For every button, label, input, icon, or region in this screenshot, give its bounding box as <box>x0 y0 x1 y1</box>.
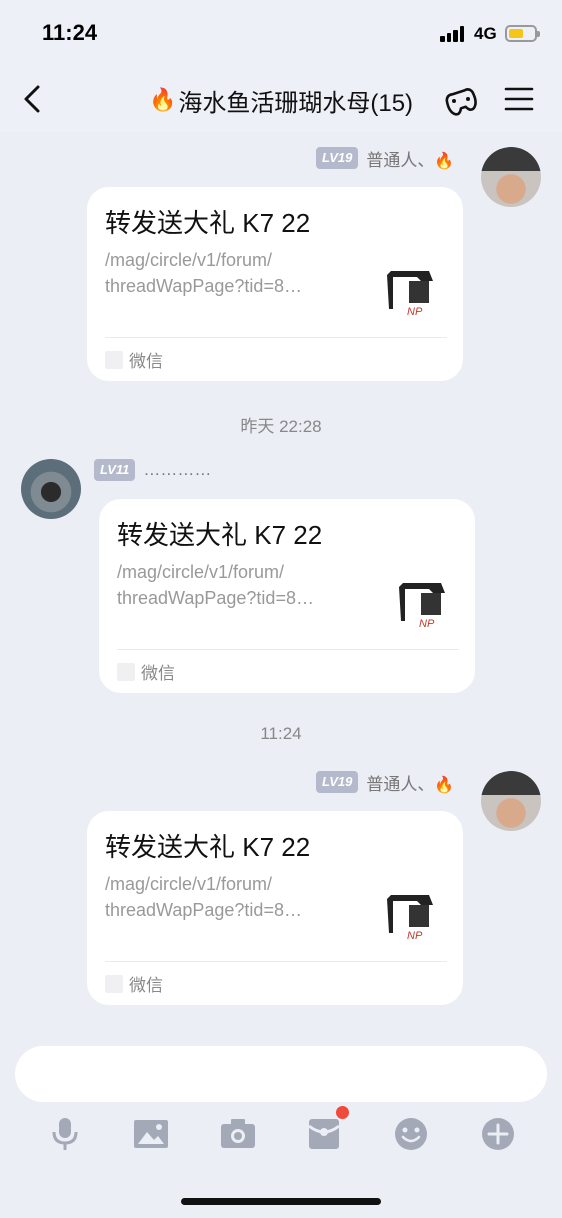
wechat-icon <box>105 350 123 369</box>
card-source: 微信 <box>129 352 163 371</box>
card-source: 微信 <box>141 664 175 683</box>
card-source: 微信 <box>129 976 163 995</box>
sender-name: 普通人、🔥 <box>366 150 455 170</box>
sender-name: 普通人、🔥 <box>366 774 455 794</box>
wechat-icon <box>105 974 123 993</box>
gamepad-icon[interactable] <box>442 86 480 118</box>
divider <box>105 961 447 962</box>
product-thumbnail-icon: NP <box>399 583 445 630</box>
emoji-icon[interactable] <box>393 1116 429 1152</box>
svg-text:NP: NP <box>419 618 435 630</box>
level-badge: LV11 <box>94 459 136 481</box>
card-description: /mag/circle/v1/forum/ threadWapPage?tid=… <box>105 874 302 920</box>
card-footer: 微信 <box>105 347 163 372</box>
avatar[interactable] <box>481 771 541 831</box>
notification-dot <box>336 1106 349 1119</box>
status-time: 11:24 <box>42 20 98 45</box>
flame-emoji: 🔥 <box>434 152 455 170</box>
divider <box>105 337 447 338</box>
link-card[interactable]: 转发送大礼 K7 22 /mag/circle/v1/forum/ thread… <box>87 187 463 381</box>
plus-icon[interactable] <box>480 1116 516 1152</box>
timestamp: 昨天 22:28 <box>240 417 322 436</box>
back-icon[interactable] <box>20 82 46 116</box>
svg-text:NP: NP <box>407 930 423 942</box>
card-description: /mag/circle/v1/forum/ threadWapPage?tid=… <box>117 562 314 608</box>
chat-area[interactable]: LV19 普通人、🔥 转发送大礼 K7 22 /mag/circle/v1/fo… <box>0 132 562 1034</box>
svg-text:NP: NP <box>407 306 423 318</box>
card-title: 转发送大礼 K7 22 <box>117 520 323 550</box>
product-thumbnail-icon: NP <box>387 271 433 318</box>
sender-meta: LV19 普通人、🔥 <box>316 770 454 794</box>
title-text: 海水鱼活珊瑚水母(15) <box>178 89 414 117</box>
menu-icon[interactable] <box>504 86 534 112</box>
battery-icon <box>505 25 540 42</box>
card-footer: 微信 <box>117 659 175 684</box>
sender-meta: LV19 普通人、🔥 <box>316 146 454 170</box>
microphone-icon[interactable] <box>47 1116 83 1152</box>
signal-icon <box>440 26 468 42</box>
card-title: 转发送大礼 K7 22 <box>105 208 311 238</box>
level-badge: LV19 <box>316 771 359 793</box>
image-icon[interactable] <box>133 1116 169 1152</box>
flame-emoji: 🔥 <box>434 776 455 794</box>
wechat-icon <box>117 662 135 681</box>
home-indicator[interactable] <box>181 1198 381 1205</box>
card-title: 转发送大礼 K7 22 <box>105 832 311 862</box>
avatar[interactable] <box>481 147 541 207</box>
camera-icon[interactable] <box>220 1116 256 1152</box>
sender-meta: LV11 ………… <box>94 458 211 482</box>
network-label: 4G <box>474 24 497 43</box>
timestamp: 11:24 <box>260 724 302 743</box>
card-description: /mag/circle/v1/forum/ threadWapPage?tid=… <box>105 250 302 296</box>
avatar[interactable] <box>21 459 81 519</box>
link-card[interactable]: 转发送大礼 K7 22 /mag/circle/v1/forum/ thread… <box>99 499 475 693</box>
level-badge: LV19 <box>316 147 359 169</box>
input-area <box>0 1034 562 1218</box>
message-input[interactable] <box>15 1046 547 1102</box>
card-footer: 微信 <box>105 971 163 996</box>
sender-name: ………… <box>143 460 212 479</box>
nav-bar: 🔥 海水鱼活珊瑚水母(15) <box>0 68 562 132</box>
status-bar: 11:24 4G <box>0 0 562 68</box>
product-thumbnail-icon: NP <box>387 895 433 942</box>
red-packet-icon[interactable] <box>306 1116 342 1152</box>
link-card[interactable]: 转发送大礼 K7 22 /mag/circle/v1/forum/ thread… <box>87 811 463 1005</box>
title-flame-emoji: 🔥 <box>148 87 177 112</box>
divider <box>117 649 459 650</box>
